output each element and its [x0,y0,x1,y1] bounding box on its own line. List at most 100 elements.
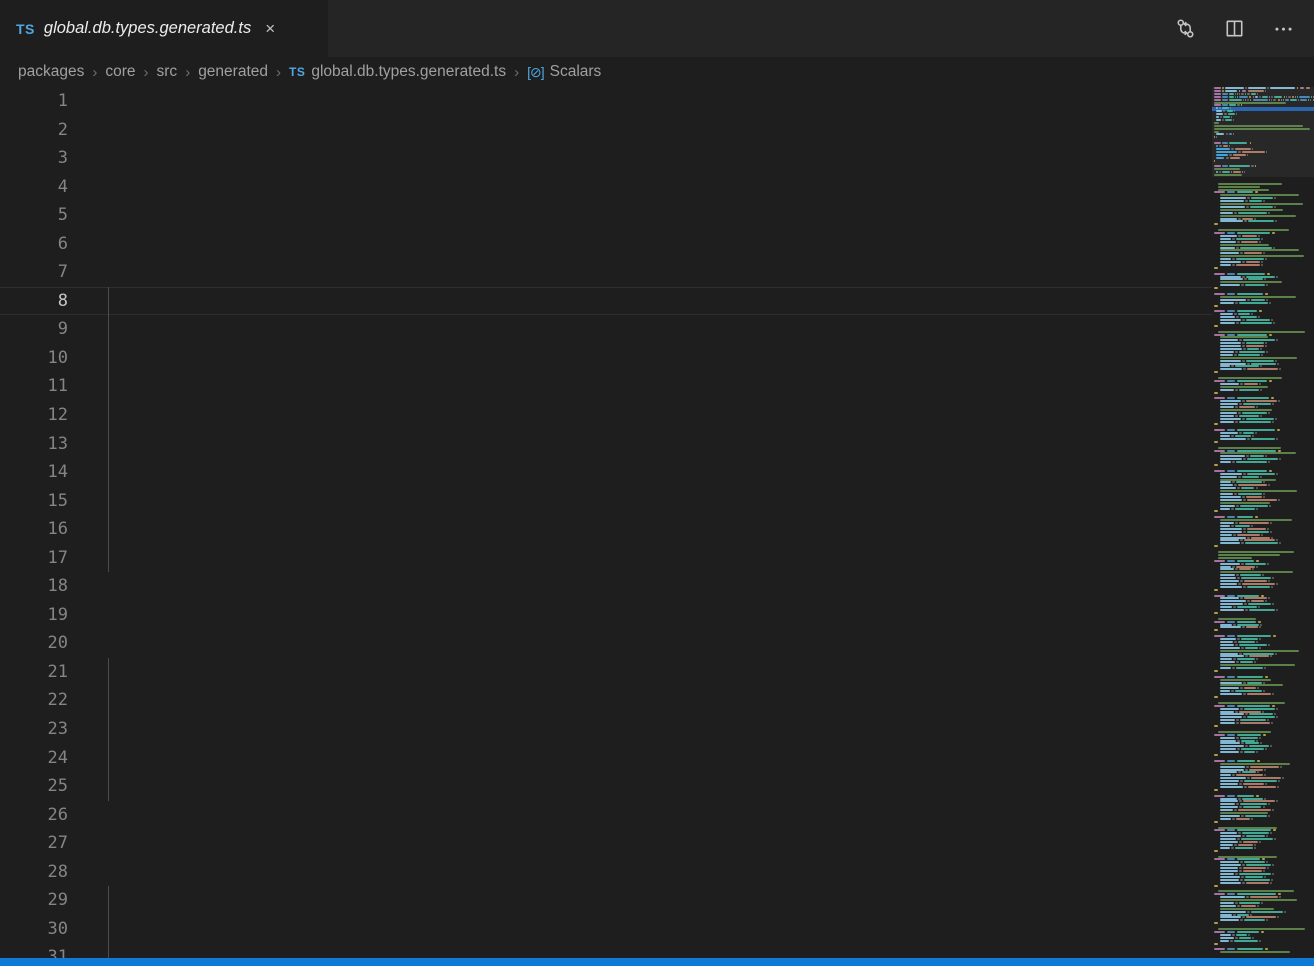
minimap-line [1212,113,1314,115]
minimap-line [1212,258,1314,260]
code-line[interactable]: 26 [0,801,1212,830]
code-line[interactable]: 22 [0,686,1212,715]
code-line[interactable]: 28 [0,858,1212,887]
line-number[interactable]: 15 [0,487,68,516]
minimap-line [1212,171,1314,173]
minimap-line [1212,531,1314,533]
line-number[interactable]: 28 [0,858,68,887]
code-line[interactable]: 21 [0,658,1212,687]
tab-global-db-types-generated[interactable]: TS global.db.types.generated.ts × [0,0,328,57]
code-line[interactable]: 5 [0,201,1212,230]
indent-guide [108,915,109,944]
line-number[interactable]: 6 [0,230,68,259]
line-number[interactable]: 25 [0,772,68,801]
line-number[interactable]: 22 [0,686,68,715]
line-number[interactable]: 19 [0,601,68,630]
code-line[interactable]: 3 [0,144,1212,173]
minimap-line [1212,505,1314,507]
code-line[interactable]: 8 [0,287,1212,316]
minimap-line [1212,90,1314,92]
code-line[interactable]: 23 [0,715,1212,744]
code-line[interactable]: 29 [0,886,1212,915]
breadcrumb-item-src[interactable]: src [157,63,178,81]
line-number[interactable]: 26 [0,801,68,830]
more-actions-icon[interactable] [1273,18,1294,39]
line-number[interactable]: 18 [0,572,68,601]
line-number[interactable]: 13 [0,430,68,459]
line-number[interactable]: 12 [0,401,68,430]
code-line[interactable]: 13 [0,430,1212,459]
line-number[interactable]: 20 [0,629,68,658]
line-number[interactable]: 8 [0,287,68,316]
breadcrumb-item-core[interactable]: core [105,63,135,81]
code-line[interactable]: 17 [0,544,1212,573]
breadcrumb-item-global-db-types-generated-ts[interactable]: TSglobal.db.types.generated.ts [289,63,506,81]
minimap-line [1212,206,1314,208]
code-line[interactable]: 24 [0,744,1212,773]
compare-changes-icon[interactable] [1175,18,1196,39]
line-number[interactable]: 24 [0,744,68,773]
minimap-line [1212,157,1314,159]
line-number[interactable]: 1 [0,87,68,116]
code-line[interactable]: 25 [0,772,1212,801]
minimap-line [1212,658,1314,660]
code-line[interactable]: 20 [0,629,1212,658]
minimap-line [1212,876,1314,878]
code-line[interactable]: 27 [0,829,1212,858]
minimap-line [1212,629,1314,631]
breadcrumb-item-generated[interactable]: generated [198,63,268,81]
code-line[interactable]: 10 [0,344,1212,373]
code-line[interactable]: 15 [0,487,1212,516]
minimap-line [1212,702,1314,704]
code-line[interactable]: 30 [0,915,1212,944]
line-number[interactable]: 3 [0,144,68,173]
line-number[interactable]: 29 [0,886,68,915]
line-number[interactable]: 10 [0,344,68,373]
line-number[interactable]: 16 [0,515,68,544]
line-number[interactable]: 30 [0,915,68,944]
minimap-line [1212,815,1314,817]
code-line[interactable]: 31 [0,943,1212,958]
line-number[interactable]: 23 [0,715,68,744]
line-number[interactable]: 14 [0,458,68,487]
line-number[interactable]: 2 [0,116,68,145]
line-number[interactable]: 27 [0,829,68,858]
breadcrumb-item-scalars[interactable]: [⊘]Scalars [527,63,601,81]
minimap-line [1212,267,1314,269]
code-line[interactable]: 6 [0,230,1212,259]
minimap-line [1212,534,1314,536]
close-icon[interactable]: × [265,20,275,37]
code-line[interactable]: 1 [0,87,1212,116]
line-number[interactable]: 9 [0,315,68,344]
code-line[interactable]: 4 [0,173,1212,202]
code-line[interactable]: 2 [0,116,1212,145]
line-number[interactable]: 21 [0,658,68,687]
line-number[interactable]: 4 [0,173,68,202]
minimap[interactable] [1212,87,1314,958]
breadcrumb-item-packages[interactable]: packages [18,63,84,81]
indent-guide [108,430,109,459]
code-line[interactable]: 16 [0,515,1212,544]
minimap-line [1212,232,1314,234]
line-number[interactable]: 5 [0,201,68,230]
line-number[interactable]: 31 [0,943,68,958]
code-line[interactable]: 9 [0,315,1212,344]
split-editor-icon[interactable] [1224,18,1245,39]
code-lines[interactable]: 1234567891011121314151617181920212223242… [0,87,1212,958]
line-number[interactable]: 11 [0,372,68,401]
code-editor[interactable]: 1234567891011121314151617181920212223242… [0,87,1314,958]
line-number[interactable]: 17 [0,544,68,573]
code-line[interactable]: 11 [0,372,1212,401]
breadcrumb-label: Scalars [550,63,602,81]
minimap-line [1212,551,1314,553]
code-line[interactable]: 14 [0,458,1212,487]
code-line[interactable]: 18 [0,572,1212,601]
minimap-line [1212,264,1314,266]
code-line[interactable]: 19 [0,601,1212,630]
code-line[interactable]: 7 [0,258,1212,287]
minimap-line [1212,722,1314,724]
code-line[interactable]: 12 [0,401,1212,430]
line-number[interactable]: 7 [0,258,68,287]
minimap-line [1212,600,1314,602]
minimap-line [1212,305,1314,307]
